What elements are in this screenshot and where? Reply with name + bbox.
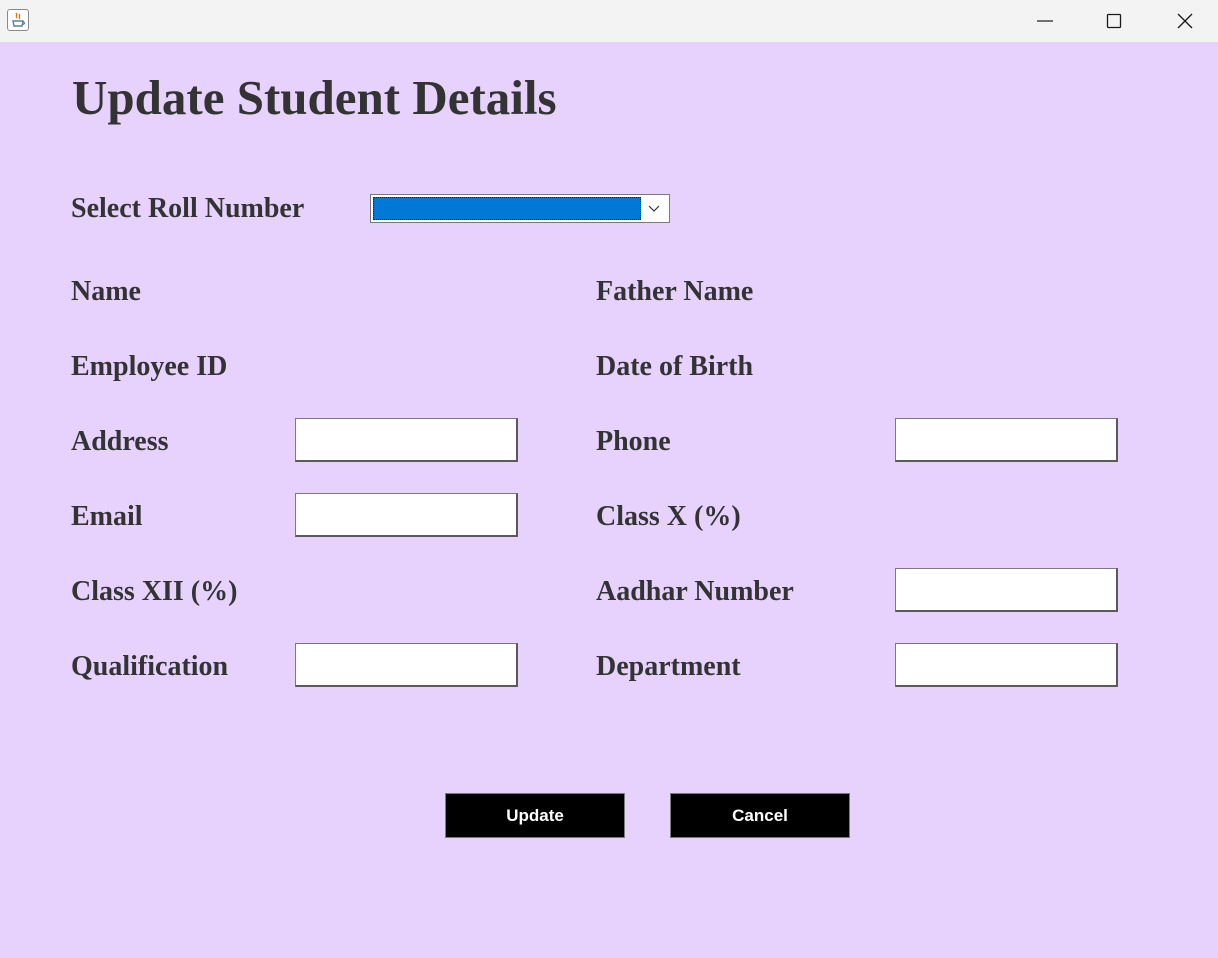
minimize-button[interactable] (1021, 0, 1067, 42)
phone-label: Phone (596, 426, 671, 457)
class-xii-label: Class XII (%) (71, 576, 238, 607)
close-icon (1177, 13, 1193, 29)
page-title: Update Student Details (72, 70, 557, 125)
minimize-icon (1037, 20, 1053, 22)
name-label: Name (71, 276, 141, 307)
update-button[interactable]: Update (445, 793, 625, 838)
application-window: Update Student Details Select Roll Numbe… (0, 0, 1218, 958)
phone-field[interactable] (895, 418, 1118, 462)
java-cup-icon (7, 9, 29, 31)
chevron-down-icon (648, 205, 660, 212)
employee-id-label: Employee ID (71, 351, 228, 382)
aadhar-number-label: Aadhar Number (596, 576, 794, 607)
title-bar (0, 0, 1218, 42)
close-button[interactable] (1161, 0, 1207, 42)
roll-number-label: Select Roll Number (71, 193, 305, 224)
email-label: Email (71, 501, 143, 532)
department-label: Department (596, 651, 741, 682)
class-x-label: Class X (%) (596, 501, 741, 532)
date-of-birth-label: Date of Birth (596, 351, 754, 382)
father-name-label: Father Name (596, 276, 754, 307)
qualification-field[interactable] (295, 643, 518, 687)
roll-number-selected-value (373, 197, 641, 220)
department-field[interactable] (895, 643, 1118, 687)
address-label: Address (71, 426, 169, 457)
roll-number-select[interactable] (370, 194, 670, 223)
address-field[interactable] (295, 418, 518, 462)
aadhar-number-field[interactable] (895, 568, 1118, 612)
form-panel: Update Student Details Select Roll Numbe… (0, 42, 1218, 958)
maximize-button[interactable] (1090, 0, 1136, 42)
cancel-button[interactable]: Cancel (670, 793, 850, 838)
maximize-icon (1106, 13, 1122, 29)
qualification-label: Qualification (71, 651, 229, 682)
email-field[interactable] (295, 493, 518, 537)
